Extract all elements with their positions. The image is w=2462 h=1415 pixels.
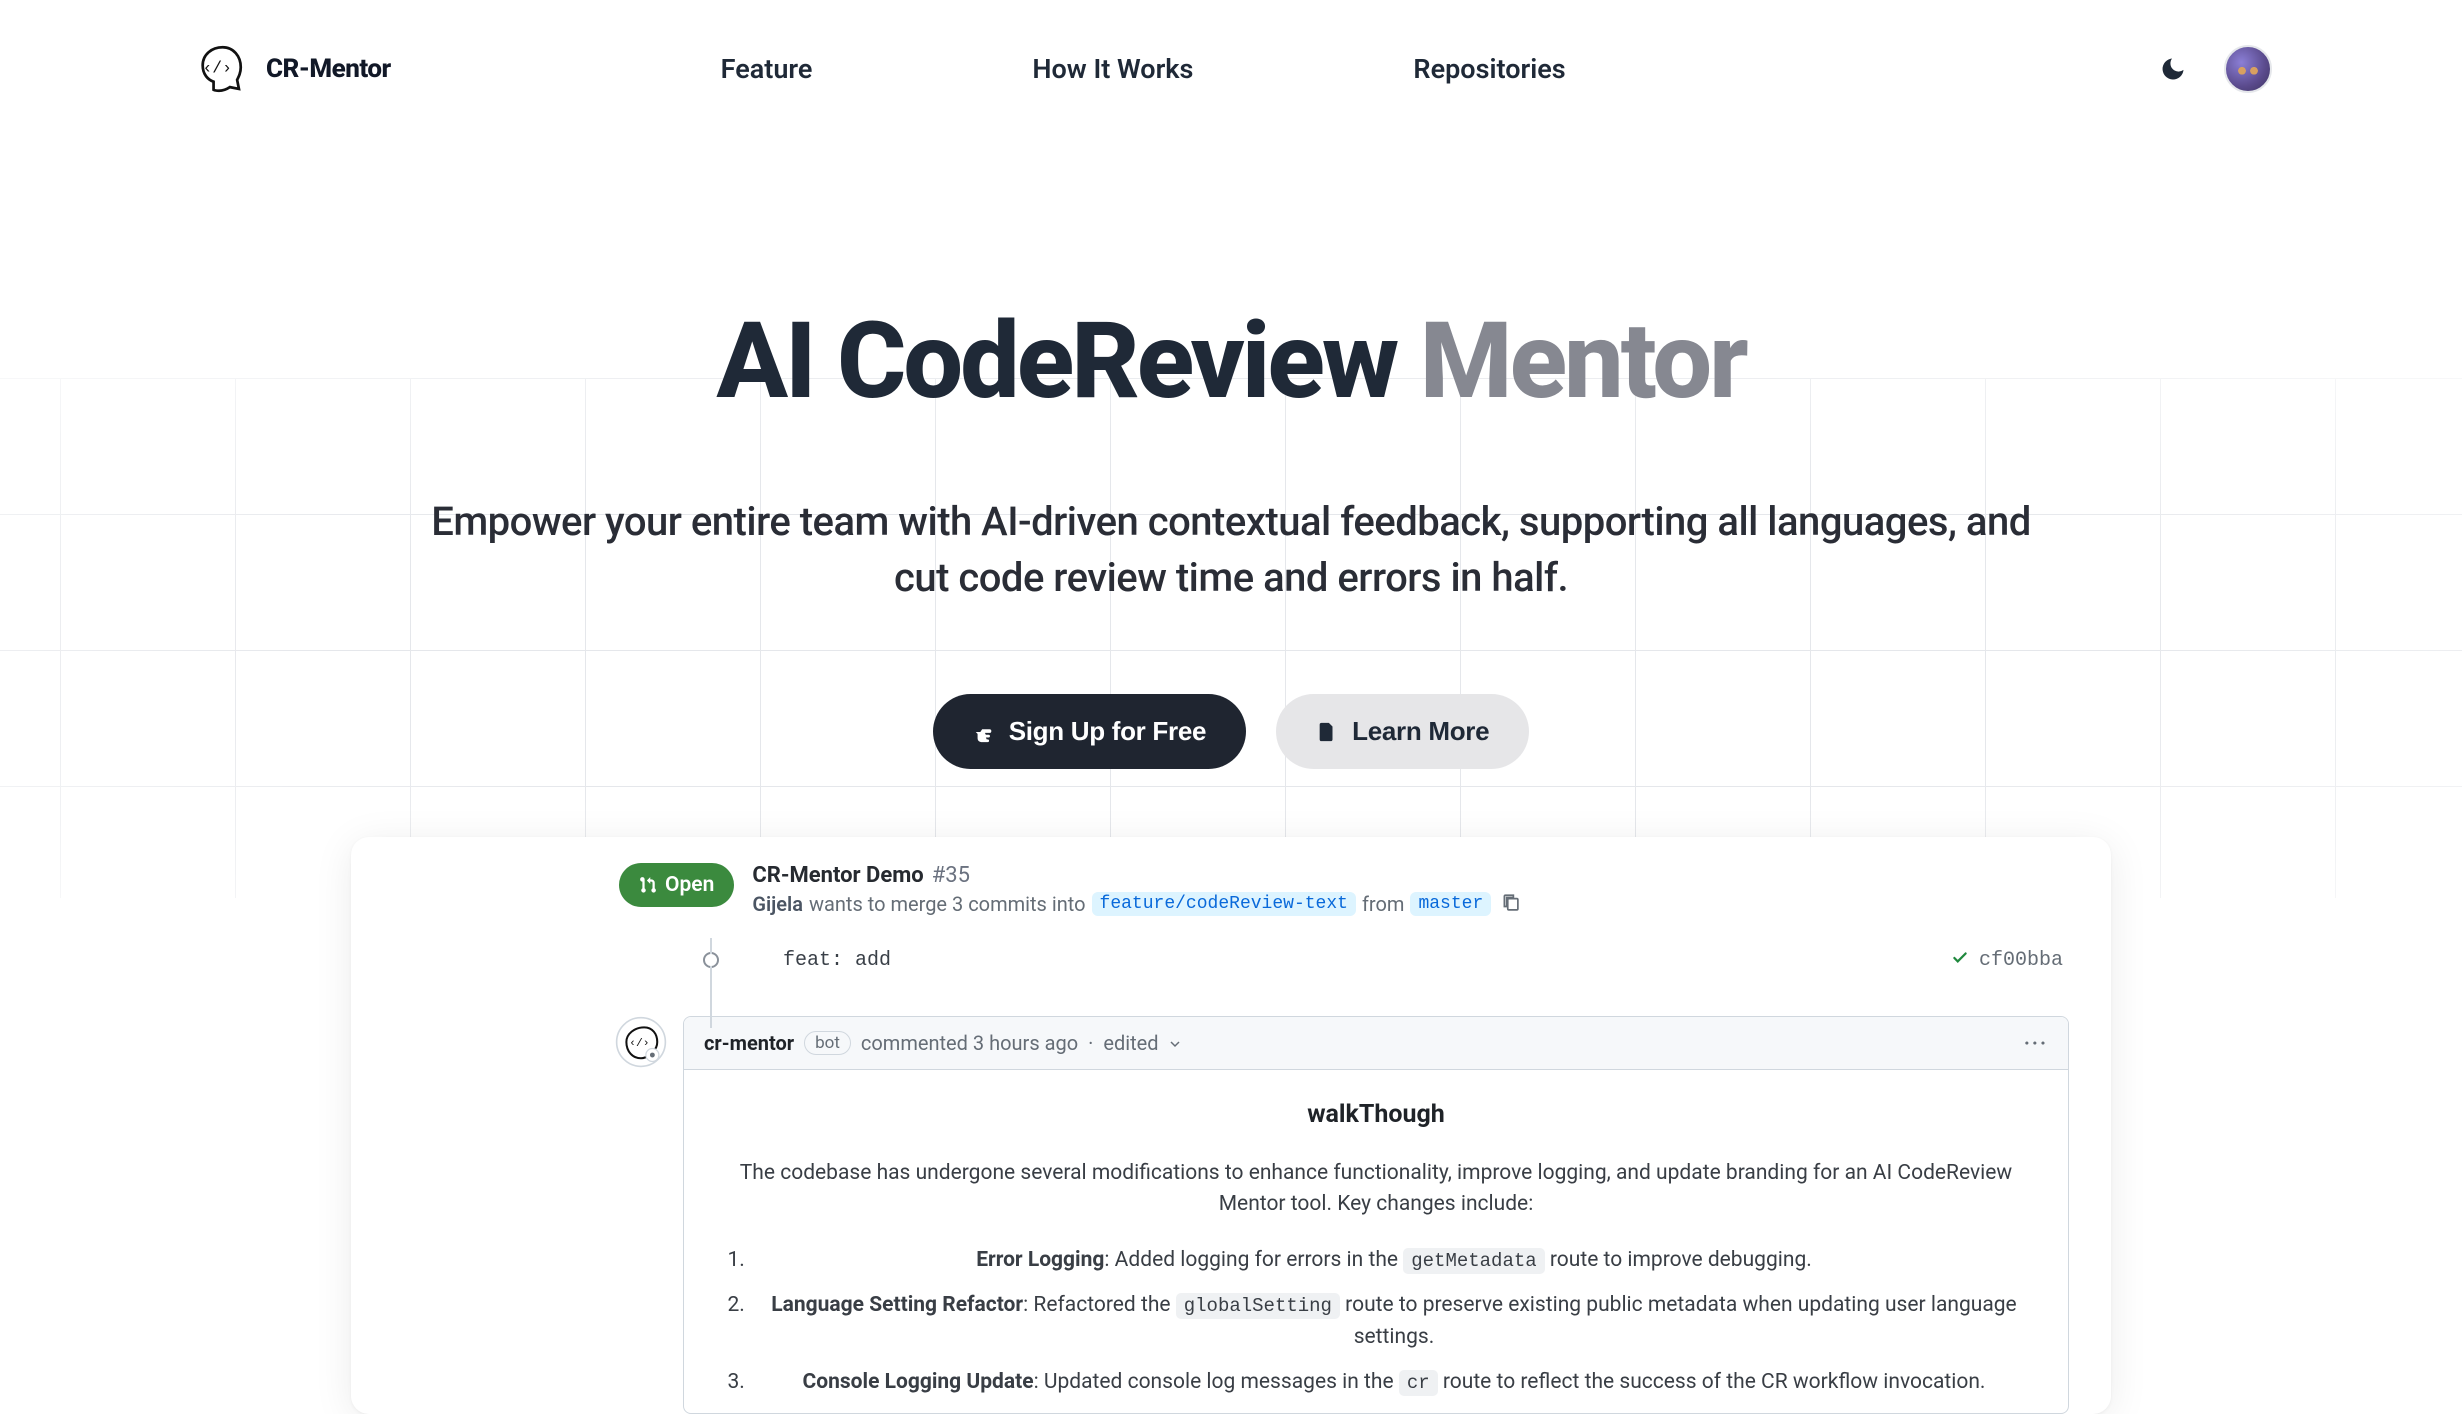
pr-meta-text: wants to merge 3 commits into [809, 892, 1086, 916]
learn-more-button[interactable]: Learn More [1276, 694, 1529, 769]
comment-edited: edited [1103, 1031, 1158, 1055]
pr-number: #35 [932, 863, 970, 888]
brand-name: CR-Mentor [266, 54, 391, 84]
document-icon [1316, 721, 1338, 743]
svg-text:‹/›: ‹/› [203, 59, 232, 78]
commit-node-icon [703, 952, 719, 968]
list-item: Console Logging Update: Updated console … [750, 1367, 2038, 1399]
nav-how-it-works[interactable]: How It Works [1032, 53, 1193, 85]
comment-body: walkThough The codebase has undergone se… [684, 1070, 2068, 1399]
pr-meta: Gijela wants to merge 3 commits into fea… [752, 892, 1519, 916]
bot-badge: bot [804, 1031, 851, 1055]
hero: AI CodeReview Mentor Empower your entire… [0, 128, 2462, 1414]
pr-header: Open CR-Mentor Demo #35 Gijela wants to … [369, 853, 2093, 930]
comment-list: Error Logging: Added logging for errors … [714, 1245, 2038, 1399]
code-inline: globalSetting [1176, 1293, 1340, 1319]
code-inline: getMetadata [1403, 1248, 1544, 1274]
comment-intro: The codebase has undergone several modif… [714, 1158, 2038, 1221]
comment-menu-icon[interactable]: ··· [2024, 1031, 2048, 1055]
nav: Feature How It Works Repositories [721, 53, 1566, 85]
hero-title-dark: AI CodeReview [716, 299, 1396, 423]
nav-repositories[interactable]: Repositories [1413, 53, 1565, 85]
signup-button[interactable]: Sign Up for Free [933, 694, 1246, 769]
theme-toggle-button[interactable] [2152, 48, 2194, 90]
pr-status-badge: Open [619, 863, 734, 907]
pr-status-label: Open [665, 873, 714, 897]
moon-icon [2159, 55, 2187, 83]
check-icon [1951, 948, 1969, 972]
commit-hash[interactable]: cf00bba [1979, 949, 2063, 972]
header: ‹/› CR-Mentor Feature How It Works Repos… [0, 0, 2462, 128]
code-inline: cr [1399, 1370, 1438, 1396]
avatar[interactable] [2224, 45, 2272, 93]
logo-icon: ‹/› [190, 40, 248, 98]
list-item: Error Logging: Added logging for errors … [750, 1245, 2038, 1277]
demo-card: Open CR-Mentor Demo #35 Gijela wants to … [351, 837, 2111, 1414]
comment-header: cr-mentor bot commented 3 hours ago · ed… [684, 1017, 2068, 1070]
branch-from[interactable]: master [1410, 892, 1491, 916]
hero-title: AI CodeReview Mentor [0, 308, 2462, 414]
copy-icon[interactable] [1501, 892, 1519, 916]
comment-avatar[interactable]: ‹/› [615, 1016, 667, 1068]
hero-ctas: Sign Up for Free Learn More [0, 694, 2462, 769]
comment: ‹/› cr-mentor bot commented 3 hours ago … [369, 990, 2093, 1414]
logo[interactable]: ‹/› CR-Mentor [190, 40, 391, 98]
branch-into[interactable]: feature/codeReview-text [1092, 892, 1356, 916]
pr-title-row: CR-Mentor Demo #35 [752, 863, 1519, 888]
commit-message[interactable]: feat: add [783, 949, 891, 972]
comment-time: commented 3 hours ago [861, 1031, 1078, 1055]
chevron-down-icon[interactable] [1169, 1031, 1181, 1055]
comment-box: cr-mentor bot commented 3 hours ago · ed… [683, 1016, 2069, 1414]
learn-more-label: Learn More [1352, 716, 1489, 747]
commit-row: feat: add cf00bba [369, 930, 2093, 990]
comment-author[interactable]: cr-mentor [704, 1031, 794, 1055]
signup-label: Sign Up for Free [1009, 716, 1206, 747]
list-item: Language Setting Refactor: Refactored th… [750, 1290, 2038, 1353]
pr-meta-from: from [1362, 892, 1404, 916]
header-actions [2152, 45, 2272, 93]
hero-subtitle: Empower your entire team with AI-driven … [421, 494, 2041, 606]
comment-heading: walkThough [714, 1096, 2038, 1134]
svg-text:‹/›: ‹/› [629, 1038, 649, 1050]
nav-feature[interactable]: Feature [721, 53, 813, 85]
git-pull-request-icon [639, 876, 657, 894]
point-right-icon [973, 721, 995, 743]
pr-title: CR-Mentor Demo [752, 863, 923, 888]
pr-user[interactable]: Gijela [752, 892, 803, 916]
hero-title-muted: Mentor [1420, 299, 1746, 423]
